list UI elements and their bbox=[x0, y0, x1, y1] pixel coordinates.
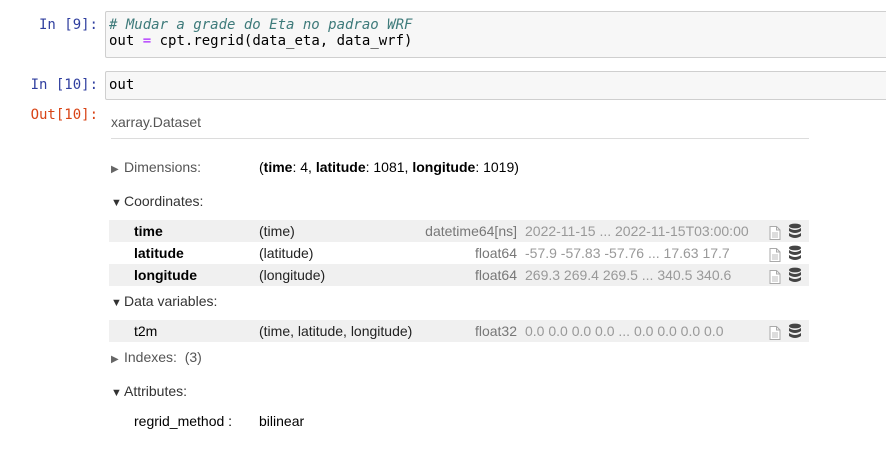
dim-size: 1019 bbox=[483, 159, 515, 175]
section-coordinates[interactable]: ▼ Coordinates: bbox=[111, 193, 203, 209]
section-attributes[interactable]: ▼ Attributes: bbox=[111, 383, 187, 399]
code-cell-9[interactable]: # Mudar a grade do Eta no padrao WRF out… bbox=[105, 11, 886, 58]
variable-preview: 269.3 269.4 269.5 ... 340.5 340.6 bbox=[525, 267, 732, 283]
section-data-variables[interactable]: ▼ Data variables: bbox=[111, 293, 217, 309]
dimensions-label: Dimensions: bbox=[124, 159, 202, 175]
variable-preview: 0.0 0.0 0.0 0.0 ... 0.0 0.0 0.0 0.0 bbox=[525, 323, 724, 339]
variable-dtype: datetime64[ns] bbox=[425, 223, 517, 239]
collapsed-arrow-icon: ▶ bbox=[111, 354, 119, 365]
data-repr-database-icon[interactable] bbox=[788, 267, 802, 289]
input-prompt-9: In [9]: bbox=[38, 17, 98, 33]
variable-dtype: float64 bbox=[474, 267, 517, 283]
code-comment: # Mudar a grade do Eta no padrao WRF bbox=[109, 17, 413, 33]
variable-name: t2m bbox=[134, 323, 158, 339]
input-prompt-10: In [10]: bbox=[30, 77, 98, 93]
attributes-file-icon[interactable] bbox=[769, 268, 781, 290]
variable-name: longitude bbox=[134, 267, 197, 283]
code-lhs: out bbox=[109, 33, 135, 49]
coordinate-row: longitude (longitude) float64 269.3 269.… bbox=[109, 264, 809, 286]
attributes-file-icon[interactable] bbox=[769, 324, 781, 346]
indexes-count: (3) bbox=[184, 349, 202, 365]
dim-size: 4 bbox=[300, 159, 309, 175]
collapsed-arrow-icon: ▶ bbox=[111, 164, 119, 175]
indexes-label: Indexes: bbox=[124, 349, 177, 365]
attributes-label: Attributes: bbox=[124, 383, 188, 399]
coordinate-row: time (time) datetime64[ns] 2022-11-15 ..… bbox=[109, 220, 809, 242]
dim-name: longitude bbox=[412, 159, 476, 175]
variable-name: time bbox=[134, 223, 163, 239]
dataset-type-label: xarray.Dataset bbox=[111, 110, 809, 139]
data-repr-database-icon[interactable] bbox=[788, 323, 802, 345]
variable-preview: -57.9 -57.83 -57.76 ... 17.63 17.7 bbox=[525, 245, 730, 261]
expanded-arrow-icon: ▼ bbox=[111, 297, 122, 309]
variable-dtype: float32 bbox=[474, 323, 517, 339]
dim-name: time bbox=[263, 159, 293, 175]
attribute-value: bilinear bbox=[259, 413, 305, 429]
variable-dims: (longitude) bbox=[259, 267, 326, 283]
attribute-key: regrid_method : bbox=[134, 413, 233, 429]
code-line: out bbox=[109, 77, 135, 93]
xarray-dataset-repr: xarray.Dataset ▶ Dimensions: (time: 4, la… bbox=[109, 110, 809, 429]
variable-dims: (time, latitude, longitude) bbox=[259, 323, 413, 339]
variable-dtype: float64 bbox=[474, 245, 517, 261]
variable-dims: (latitude) bbox=[259, 245, 314, 261]
dim-size: 1081 bbox=[373, 159, 405, 175]
output-prompt-10: Out[10]: bbox=[30, 107, 98, 123]
attribute-row: regrid_method : bilinear bbox=[134, 413, 304, 429]
code-cell-10[interactable]: out bbox=[105, 71, 886, 100]
expanded-arrow-icon: ▼ bbox=[111, 197, 122, 209]
data-variable-row: t2m (time, latitude, longitude) float32 … bbox=[109, 320, 809, 342]
expanded-arrow-icon: ▼ bbox=[111, 387, 122, 399]
variable-preview: 2022-11-15 ... 2022-11-15T03:00:00 bbox=[525, 223, 749, 239]
section-indexes[interactable]: ▶ Indexes: (3) bbox=[111, 349, 202, 365]
coordinates-label: Coordinates: bbox=[124, 193, 204, 209]
data-variables-label: Data variables: bbox=[124, 293, 218, 309]
dimensions-summary: (time: 4, latitude: 1081, longitude: 101… bbox=[259, 159, 519, 175]
coordinate-row: latitude (latitude) float64 -57.9 -57.83… bbox=[109, 242, 809, 264]
code-operator: = bbox=[142, 33, 152, 49]
section-dimensions[interactable]: ▶ Dimensions: bbox=[111, 159, 201, 175]
variable-name: latitude bbox=[134, 245, 184, 261]
variable-dims: (time) bbox=[259, 223, 295, 239]
dim-name: latitude bbox=[315, 159, 366, 175]
code-rhs: cpt.regrid(data_eta, data_wrf) bbox=[159, 33, 413, 49]
